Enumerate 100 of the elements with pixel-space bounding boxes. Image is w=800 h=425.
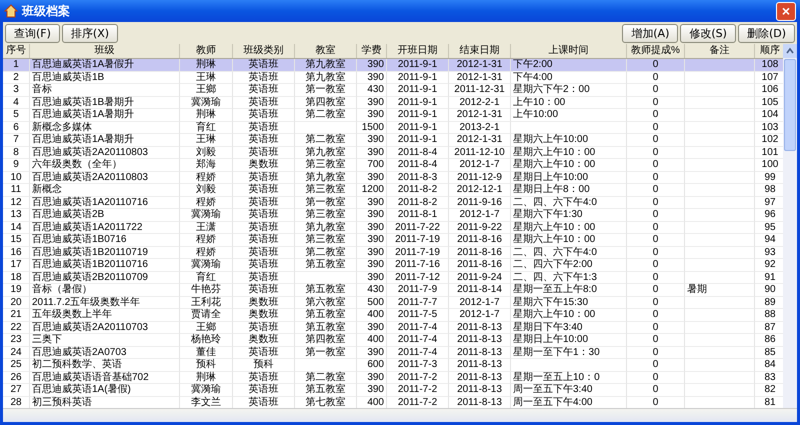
table-cell: 1200: [357, 184, 387, 196]
table-cell: 第三教室: [295, 209, 357, 222]
column-header[interactable]: 结束日期: [449, 44, 511, 58]
table-cell: 24: [3, 346, 30, 359]
table-cell: 百思迪威英语1A暑期升: [30, 109, 180, 122]
table-cell: 第九教室: [295, 146, 357, 159]
column-header[interactable]: 教室: [295, 44, 357, 58]
table-cell: [685, 359, 755, 372]
table-cell: 第三教室: [295, 184, 357, 196]
table-cell: 2011-8-13: [449, 359, 511, 372]
toolbar-button[interactable]: 增加(A): [622, 24, 678, 42]
table-cell: 2011-8-13: [449, 346, 511, 359]
table-cell: 9: [3, 159, 30, 172]
table-cell: 三奥下: [30, 334, 180, 346]
table-cell: 600: [357, 359, 387, 372]
table-cell: 400: [357, 309, 387, 322]
column-header[interactable]: 班级: [30, 44, 180, 58]
table-cell: 百思迪威英语2A20110803: [30, 146, 180, 159]
close-button[interactable]: ×: [776, 2, 796, 20]
table-cell: 2011-9-1: [387, 122, 449, 134]
table-cell: 2011-8-16: [449, 259, 511, 272]
table-cell: 7: [3, 134, 30, 146]
table-cell: 2013-2-1: [449, 122, 511, 134]
table-cell: 星期日下午3:40: [511, 322, 627, 334]
table-cell: 0: [627, 284, 685, 296]
table-cell: [685, 296, 755, 309]
table-cell: 英语班: [233, 222, 295, 234]
column-header[interactable]: 上课时间: [511, 44, 627, 58]
table-cell: 二、四、六下午4:0: [511, 246, 627, 259]
table-cell: [295, 122, 357, 134]
table-cell: 奥数班: [233, 296, 295, 309]
table-cell: 王琳: [180, 134, 233, 146]
table-cell: 2011-8-13: [449, 322, 511, 334]
table-cell: 英语班: [233, 84, 295, 96]
column-header[interactable]: 开班日期: [387, 44, 449, 58]
table-cell: [685, 84, 755, 96]
column-header[interactable]: 教师: [180, 44, 233, 58]
horizontal-scrollbar[interactable]: [3, 408, 797, 422]
table-cell: 500: [357, 296, 387, 309]
table-cell: 2011-7-2: [387, 384, 449, 396]
table-cell: 2012-1-7: [449, 159, 511, 172]
toolbar-button[interactable]: 查询(F): [5, 24, 60, 42]
table-cell: 百思迪威英语2B20110709: [30, 272, 180, 284]
table-cell: 百思迪威英语2A20110703: [30, 322, 180, 334]
table-cell: 390: [357, 272, 387, 284]
table-cell: 星期六上午10:00: [511, 134, 627, 146]
table-cell: 百思迪威英语1B20110716: [30, 259, 180, 272]
table-cell: 六年级奥数（全年）: [30, 159, 180, 172]
table-cell: 390: [357, 222, 387, 234]
toolbar-button[interactable]: 排序(X): [62, 24, 118, 42]
table-cell: 英语班: [233, 259, 295, 272]
table-cell: 1500: [357, 122, 387, 134]
table-cell: 2012-1-7: [449, 209, 511, 222]
table-cell: 2011-7-7: [387, 296, 449, 309]
table-cell: 390: [357, 259, 387, 272]
table-cell: 冀漪瑜: [180, 96, 233, 109]
scroll-thumb[interactable]: [784, 59, 796, 151]
table-cell: 25: [3, 359, 30, 372]
table-cell: 2011-7-22: [387, 222, 449, 234]
table-cell: 5: [3, 109, 30, 122]
table-cell: 23: [3, 334, 30, 346]
table-cell: 第二教室: [295, 246, 357, 259]
table-cell: 英语班: [233, 209, 295, 222]
toolbar-button[interactable]: 删除(D): [738, 24, 795, 42]
table-cell: 18: [3, 272, 30, 284]
table-cell: 2011.7.2五年级奥数半年: [30, 296, 180, 309]
table-cell: 第二教室: [295, 372, 357, 384]
table-cell: 2012-1-31: [449, 134, 511, 146]
table-cell: 程娇: [180, 246, 233, 259]
table-cell: 2011-7-4: [387, 322, 449, 334]
table-cell: 2012-1-31: [449, 109, 511, 122]
table-cell: 星期六上午10：00: [511, 146, 627, 159]
table-cell: 0: [627, 122, 685, 134]
table-cell: 英语班: [233, 384, 295, 396]
table-cell: 第一教室: [295, 84, 357, 96]
vertical-scrollbar[interactable]: [783, 44, 797, 408]
column-header[interactable]: 教师提成%: [627, 44, 685, 58]
table-cell: [685, 72, 755, 84]
table-cell: 2011-9-1: [387, 109, 449, 122]
table-cell: 音标: [30, 84, 180, 96]
table-cell: 390: [357, 172, 387, 184]
table-cell: 荆琳: [180, 59, 233, 72]
table-cell: 奥数班: [233, 334, 295, 346]
table-cell: 周一至五下午3:40: [511, 384, 627, 396]
column-header[interactable]: 班级类别: [233, 44, 295, 58]
toolbar-button[interactable]: 修改(S): [680, 24, 736, 42]
table-cell: 2011-8-13: [449, 384, 511, 396]
table-cell: 2012-1-31: [449, 59, 511, 72]
table-cell: 2011-8-4: [387, 146, 449, 159]
table-cell: 430: [357, 284, 387, 296]
table-cell: 21: [3, 309, 30, 322]
table-cell: 6: [3, 122, 30, 134]
table-cell: 8: [3, 146, 30, 159]
column-header[interactable]: 学费: [357, 44, 387, 58]
column-header[interactable]: 备注: [685, 44, 755, 58]
table-cell: 音标（暑假）: [30, 284, 180, 296]
table-cell: 英语班: [233, 96, 295, 109]
column-header[interactable]: 序号: [3, 44, 30, 58]
table-cell: 26: [3, 372, 30, 384]
table-cell: 星期六上午10：00: [511, 309, 627, 322]
